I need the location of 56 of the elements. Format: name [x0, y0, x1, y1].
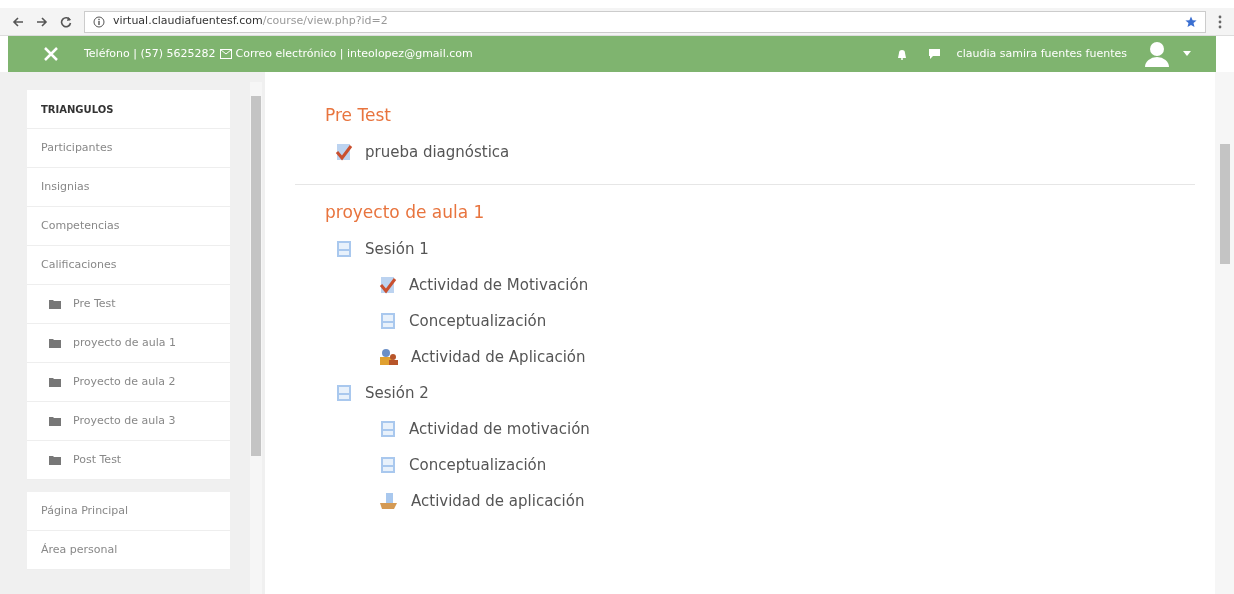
- sidebar-item[interactable]: Post Test: [27, 441, 230, 480]
- folder-icon: [49, 299, 61, 309]
- sidebar-item[interactable]: proyecto de aula 1: [27, 324, 230, 363]
- info-icon: [93, 15, 105, 28]
- sidebar-scrollbar[interactable]: [250, 82, 262, 594]
- activity-link[interactable]: Sesión 1: [295, 231, 1195, 267]
- page-icon: [335, 240, 353, 258]
- quiz-check-icon: [379, 276, 397, 294]
- folder-icon: [49, 338, 61, 348]
- sidebar-item[interactable]: Participantes: [27, 129, 230, 168]
- sidebar-item[interactable]: Página Principal: [27, 492, 230, 531]
- page-icon: [379, 456, 397, 474]
- page-icon: [379, 420, 397, 438]
- phone-text: Teléfono | (57) 5625282: [84, 45, 216, 62]
- avatar-icon[interactable]: [1143, 40, 1171, 68]
- sidebar-item[interactable]: Competencias: [27, 207, 230, 246]
- close-icon[interactable]: [43, 46, 59, 62]
- sidebar-item[interactable]: Pre Test: [27, 285, 230, 324]
- folder-icon: [49, 455, 61, 465]
- sidebar-item[interactable]: Insignias: [27, 168, 230, 207]
- forward-icon[interactable]: [36, 15, 48, 28]
- page-icon: [379, 312, 397, 330]
- activity-link[interactable]: Conceptualización: [295, 447, 1195, 483]
- activity-link[interactable]: Sesión 2: [295, 375, 1195, 411]
- course-title: TRIANGULOS: [27, 90, 230, 129]
- url-text: virtual.claudiafuentesf.com/course/view.php?id=2: [113, 13, 388, 30]
- address-bar[interactable]: virtual.claudiafuentesf.com/course/view.php?id=2: [84, 10, 1206, 33]
- sidebar-item[interactable]: Área personal: [27, 531, 230, 570]
- activity-link[interactable]: Actividad de motivación: [295, 411, 1195, 447]
- page-icon: [335, 384, 353, 402]
- email-text: Correo electrónico | inteolopez@gmail.com: [235, 45, 473, 62]
- bookmark-star-icon[interactable]: [1185, 15, 1197, 28]
- page-scrollbar[interactable]: [1215, 72, 1234, 594]
- activity-link[interactable]: prueba diagnóstica: [295, 134, 1195, 170]
- sidebar-item[interactable]: Proyecto de aula 2: [27, 363, 230, 402]
- chat-icon[interactable]: [927, 48, 941, 60]
- bell-icon[interactable]: [895, 48, 908, 60]
- activity-link[interactable]: Actividad de aplicación: [295, 483, 1195, 519]
- folder-icon: [49, 377, 61, 387]
- section-title: proyecto de aula 1: [324, 201, 486, 225]
- sidebar-item[interactable]: Calificaciones: [27, 246, 230, 285]
- activity-link[interactable]: Actividad de Aplicación: [295, 339, 1195, 375]
- caret-icon[interactable]: [1183, 51, 1191, 57]
- sidebar-item[interactable]: Proyecto de aula 3: [27, 402, 230, 441]
- reload-icon[interactable]: [60, 15, 72, 28]
- activity-link[interactable]: Conceptualización: [295, 303, 1195, 339]
- menu-dots-icon[interactable]: [1218, 14, 1222, 29]
- people-icon: [379, 348, 399, 366]
- section-title: Pre Test: [324, 104, 392, 128]
- activity-link[interactable]: Actividad de Motivación: [295, 267, 1195, 303]
- mail-icon: [219, 49, 232, 59]
- back-icon[interactable]: [12, 15, 24, 28]
- folder-icon: [49, 416, 61, 426]
- document-tray-icon: [379, 492, 399, 510]
- user-name[interactable]: claudia samira fuentes fuentes: [956, 45, 1127, 63]
- quiz-check-icon: [335, 143, 353, 161]
